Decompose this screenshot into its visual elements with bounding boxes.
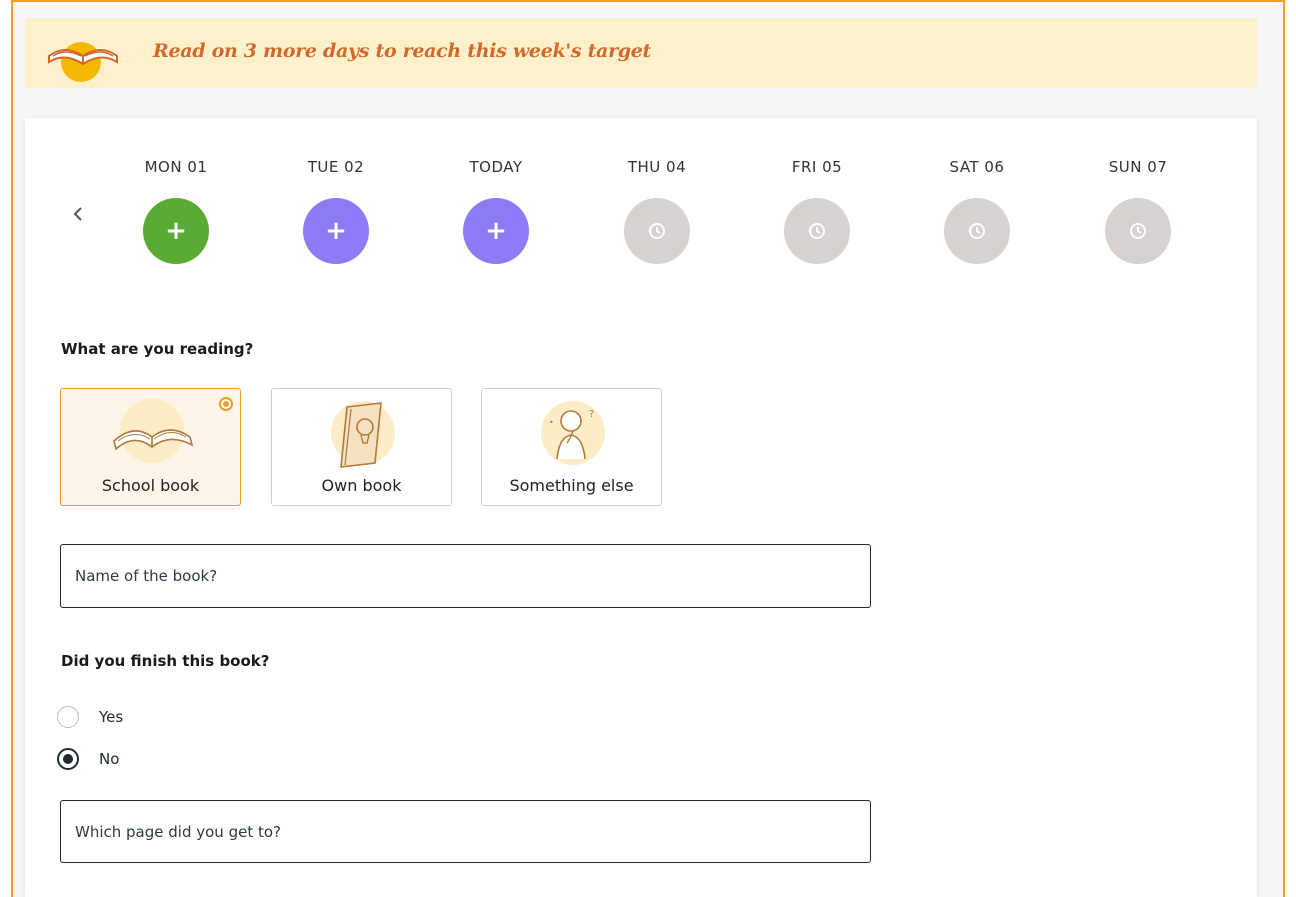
day-thu-04: THU 04 bbox=[602, 158, 712, 264]
day-locked-button[interactable] bbox=[784, 198, 850, 264]
finish-option-yes[interactable]: Yes bbox=[57, 706, 123, 728]
chevron-left-icon bbox=[73, 207, 82, 221]
option-own-book[interactable]: Own book bbox=[271, 388, 452, 506]
plus-icon: + bbox=[485, 216, 507, 246]
day-label: MON 01 bbox=[144, 158, 208, 176]
svg-text:?: ? bbox=[589, 409, 594, 420]
previous-week-button[interactable] bbox=[68, 204, 88, 228]
day-add-button[interactable]: + bbox=[143, 198, 209, 264]
clock-icon bbox=[649, 223, 665, 239]
day-label: FRI 05 bbox=[791, 158, 843, 176]
day-add-button[interactable]: + bbox=[463, 198, 529, 264]
day-sun-07: SUN 07 bbox=[1083, 158, 1193, 264]
option-school-book[interactable]: School book bbox=[60, 388, 241, 506]
day-add-button[interactable]: + bbox=[303, 198, 369, 264]
plus-icon: + bbox=[325, 216, 347, 246]
option-something-else[interactable]: ? • Something else bbox=[481, 388, 662, 506]
clock-icon bbox=[809, 223, 825, 239]
day-locked-button[interactable] bbox=[944, 198, 1010, 264]
notebook-lightbulb-icon bbox=[330, 401, 395, 468]
option-label: School book bbox=[101, 476, 200, 495]
day-locked-button[interactable] bbox=[1105, 198, 1171, 264]
option-label: Something else bbox=[509, 476, 634, 495]
day-mon-01: MON 01 + bbox=[121, 158, 231, 264]
day-locked-button[interactable] bbox=[624, 198, 690, 264]
day-label: SUN 07 bbox=[1108, 158, 1168, 176]
day-label: TODAY bbox=[469, 158, 523, 176]
reading-question: What are you reading? bbox=[61, 340, 254, 358]
svg-text:•: • bbox=[549, 418, 554, 427]
open-book-icon bbox=[48, 42, 118, 82]
option-label: Own book bbox=[321, 476, 402, 495]
day-tue-02: TUE 02 + bbox=[281, 158, 391, 264]
radio-yes[interactable] bbox=[57, 706, 79, 728]
day-label: TUE 02 bbox=[307, 158, 365, 176]
book-name-field[interactable] bbox=[60, 544, 871, 608]
day-today: TODAY + bbox=[441, 158, 551, 264]
clock-icon bbox=[969, 223, 985, 239]
selected-indicator bbox=[219, 397, 233, 411]
plus-icon: + bbox=[165, 216, 187, 246]
page-reached-field[interactable] bbox=[60, 800, 871, 863]
open-book-icon bbox=[112, 399, 193, 463]
radio-label-yes: Yes bbox=[99, 708, 124, 726]
finish-option-no[interactable]: No bbox=[57, 748, 119, 770]
banner-message: Read on 3 more days to reach this week's… bbox=[153, 40, 652, 62]
day-sat-06: SAT 06 bbox=[922, 158, 1032, 264]
day-fri-05: FRI 05 bbox=[762, 158, 872, 264]
day-label: SAT 06 bbox=[949, 158, 1005, 176]
radio-label-no: No bbox=[99, 750, 120, 768]
weekly-target-banner: Read on 3 more days to reach this week's… bbox=[25, 18, 1257, 88]
finish-question: Did you finish this book? bbox=[61, 652, 270, 670]
thinking-person-icon: ? • bbox=[540, 401, 605, 465]
day-label: THU 04 bbox=[627, 158, 687, 176]
radio-no[interactable] bbox=[57, 748, 79, 770]
clock-icon bbox=[1130, 223, 1146, 239]
